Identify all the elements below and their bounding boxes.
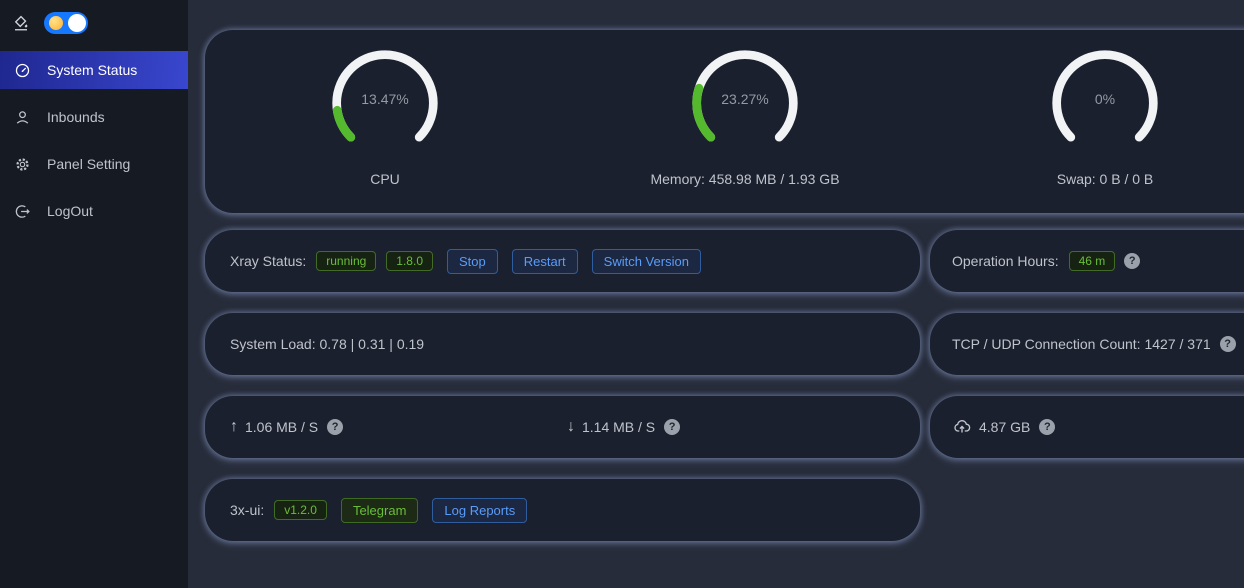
theme-toggle[interactable] (44, 12, 88, 34)
total-usage-value: 4.87 GB (979, 419, 1030, 435)
xray-status-card: Xray Status: running 1.8.0 Stop Restart … (205, 230, 920, 292)
app-version-card: 3x-ui: v1.2.0 Telegram Log Reports (205, 479, 920, 541)
help-icon[interactable]: ? (327, 419, 343, 435)
stop-button[interactable]: Stop (447, 249, 498, 274)
operation-hours-label: Operation Hours: (952, 253, 1059, 269)
network-speed-card: ↑ 1.06 MB / S ? ↓ 1.14 MB / S ? (205, 396, 920, 458)
system-load-text: System Load: 0.78 | 0.31 | 0.19 (230, 336, 424, 352)
toggle-knob (68, 14, 86, 32)
system-load-card: System Load: 0.78 | 0.31 | 0.19 (205, 313, 920, 375)
sidebar-theme-row (0, 0, 188, 39)
log-reports-button[interactable]: Log Reports (432, 498, 527, 523)
help-icon[interactable]: ? (1039, 419, 1055, 435)
operation-hours-tag: 46 m (1069, 251, 1116, 271)
user-icon (14, 109, 31, 126)
xray-status-label: Xray Status: (230, 253, 306, 269)
app-version-tag: v1.2.0 (274, 500, 327, 520)
main-content: 13.47% CPU 23.27% Memory: 458.98 MB / 1.… (188, 0, 1244, 588)
sidebar-item-system-status[interactable]: System Status (0, 51, 188, 89)
swap-caption: Swap: 0 B / 0 B (1057, 171, 1154, 187)
upload-speed-value: 1.06 MB / S (245, 419, 318, 435)
logout-icon (14, 203, 31, 220)
connection-count-text: TCP / UDP Connection Count: 1427 / 371 (952, 336, 1211, 352)
restart-button[interactable]: Restart (512, 249, 578, 274)
sidebar-item-inbounds[interactable]: Inbounds (0, 98, 188, 136)
sun-icon (49, 16, 63, 30)
operation-hours-card: Operation Hours: 46 m ? (930, 230, 1244, 292)
sidebar-item-label: Panel Setting (47, 156, 130, 172)
help-icon[interactable]: ? (1220, 336, 1236, 352)
memory-gauge: 23.27% Memory: 458.98 MB / 1.93 GB (575, 45, 915, 213)
memory-percent: 23.27% (687, 91, 803, 107)
upload-arrow-icon: ↑ (230, 418, 238, 436)
swap-gauge: 0% Swap: 0 B / 0 B (935, 45, 1244, 213)
cpu-caption: CPU (370, 171, 400, 187)
sidebar-item-label: Inbounds (47, 109, 105, 125)
xray-version-tag: 1.8.0 (386, 251, 433, 271)
connection-count-card: TCP / UDP Connection Count: 1427 / 371 ? (930, 313, 1244, 375)
help-icon[interactable]: ? (1124, 253, 1140, 269)
dashboard-icon (14, 62, 31, 79)
sidebar-item-panel-setting[interactable]: Panel Setting (0, 145, 188, 183)
sidebar-item-label: System Status (47, 62, 137, 78)
switch-version-button[interactable]: Switch Version (592, 249, 701, 274)
telegram-button[interactable]: Telegram (341, 498, 418, 523)
download-speed-value: 1.14 MB / S (582, 419, 655, 435)
sidebar-item-logout[interactable]: LogOut (0, 192, 188, 230)
gear-icon (14, 156, 31, 173)
app-label: 3x-ui: (230, 502, 264, 518)
sidebar-menu: System Status Inbounds Panel Setting Log… (0, 51, 188, 230)
help-icon[interactable]: ? (664, 419, 680, 435)
swap-percent: 0% (1047, 91, 1163, 107)
xray-running-tag: running (316, 251, 376, 271)
bg-colors-icon (12, 14, 30, 32)
memory-caption: Memory: 458.98 MB / 1.93 GB (650, 171, 839, 187)
cpu-percent: 13.47% (327, 91, 443, 107)
total-usage-card: 4.87 GB ? (930, 396, 1244, 458)
system-gauges-card: 13.47% CPU 23.27% Memory: 458.98 MB / 1.… (205, 30, 1244, 213)
cpu-gauge: 13.47% CPU (215, 45, 555, 213)
sidebar-item-label: LogOut (47, 203, 93, 219)
sidebar: System Status Inbounds Panel Setting Log… (0, 0, 188, 588)
download-arrow-icon: ↓ (567, 418, 575, 436)
cloud-upload-icon (952, 417, 972, 437)
